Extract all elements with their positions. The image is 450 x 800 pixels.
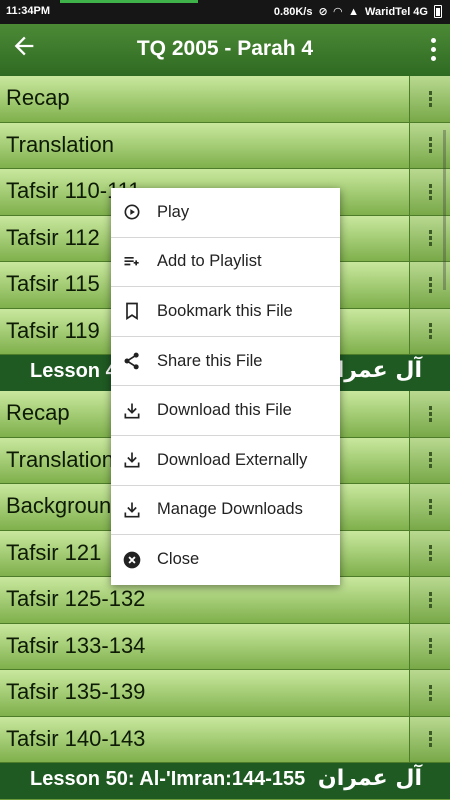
status-time: 11:34PM [6,5,51,17]
menu-item-download[interactable]: Download this File [111,386,340,436]
more-vert-icon[interactable] [410,530,450,576]
list-item-label: Tafsir 119 [6,317,100,343]
more-vert-icon[interactable] [410,577,450,623]
list-item-label: Tafsir 121 [6,539,102,565]
download-icon [122,450,142,470]
menu-item-add-to-playlist[interactable]: Add to Playlist [111,238,340,288]
download-icon [122,401,142,421]
lesson-header: Lesson 50: Al-'Imran:144-155 آل عمران [0,763,450,799]
download-icon [122,500,142,520]
more-vert-icon[interactable] [410,670,450,716]
bookmark-icon [122,301,142,321]
status-indicators: 0.80K/s ⊘ ◠ ▲ WaridTel 4G [274,5,442,18]
list-item[interactable]: Tafsir 140-143 [0,716,450,763]
menu-item-label: Download this File [157,401,292,420]
network-speed: 0.80K/s [273,5,313,18]
lesson-header-label: Lesson 50: Al-'Imran:144-155 [30,768,306,790]
more-vert-icon[interactable] [410,484,450,530]
back-arrow-icon[interactable] [8,32,40,64]
list-item[interactable]: Translation [0,122,450,169]
menu-item-share[interactable]: Share this File [111,337,340,387]
list-item[interactable]: Tafsir 135-139 [0,670,450,717]
more-vert-icon[interactable] [410,391,450,437]
list-item-label: Tafsir 133-134 [6,632,146,658]
menu-item-label: Bookmark this File [157,301,293,320]
sync-off-icon: ⊘ [318,6,328,18]
battery-icon [434,5,442,18]
menu-item-manage-downloads[interactable]: Manage Downloads [111,486,340,536]
more-vert-icon[interactable] [410,623,450,669]
more-vert-icon[interactable] [410,437,450,483]
menu-item-label: Add to Playlist [157,252,262,271]
menu-item-bookmark[interactable]: Bookmark this File [111,287,340,337]
menu-item-label: Manage Downloads [157,500,303,519]
page-title: TQ 2005 - Parah 4 [136,37,314,60]
list-item-label: Tafsir 135-139 [6,679,146,704]
list-item-label: Tafsir 140-143 [6,725,146,751]
overflow-menu-icon[interactable] [426,32,440,66]
lesson-header-arabic: آل عمران [317,766,422,791]
app-bar: TQ 2005 - Parah 4 [0,24,450,76]
carrier-name: WaridTel 4G [365,5,428,18]
status-bar: 11:34PM 0.80K/s ⊘ ◠ ▲ WaridTel 4G [0,0,450,24]
signal-icon: ▲ [348,5,360,18]
list-item[interactable]: Recap [0,76,450,123]
menu-item-label: Download Externally [157,450,308,469]
status-progress-bar [60,0,198,3]
wifi-icon: ◠ [333,6,343,18]
more-vert-icon[interactable] [410,308,450,354]
list-item-label: Translation [6,446,115,472]
menu-item-download-externally[interactable]: Download Externally [111,436,340,486]
menu-item-close[interactable]: Close [111,535,340,585]
menu-item-label: Close [157,550,200,569]
list-item-label: Background [6,493,124,518]
menu-item-label: Share this File [157,351,263,370]
scrollbar[interactable] [443,130,446,290]
list-item-label: Tafsir 125-132 [6,586,146,611]
share-icon [122,351,142,371]
context-menu: Play Add to Playlist Bookmark this File … [111,188,340,585]
list-item-label: Tafsir 115 [6,271,100,296]
menu-item-label: Play [157,202,190,221]
close-circle-icon [122,550,142,570]
list-item-label: Recap [6,400,70,425]
menu-item-play[interactable]: Play [111,188,340,238]
list-item[interactable]: Tafsir 133-134 [0,623,450,670]
list-item-label: Translation [6,131,115,157]
more-vert-icon[interactable] [410,716,450,762]
more-vert-icon[interactable] [410,76,450,122]
list-item-label: Recap [6,85,70,110]
playlist-add-icon [122,252,142,272]
play-circle-icon [122,202,142,222]
list-item-label: Tafsir 112 [6,224,100,250]
